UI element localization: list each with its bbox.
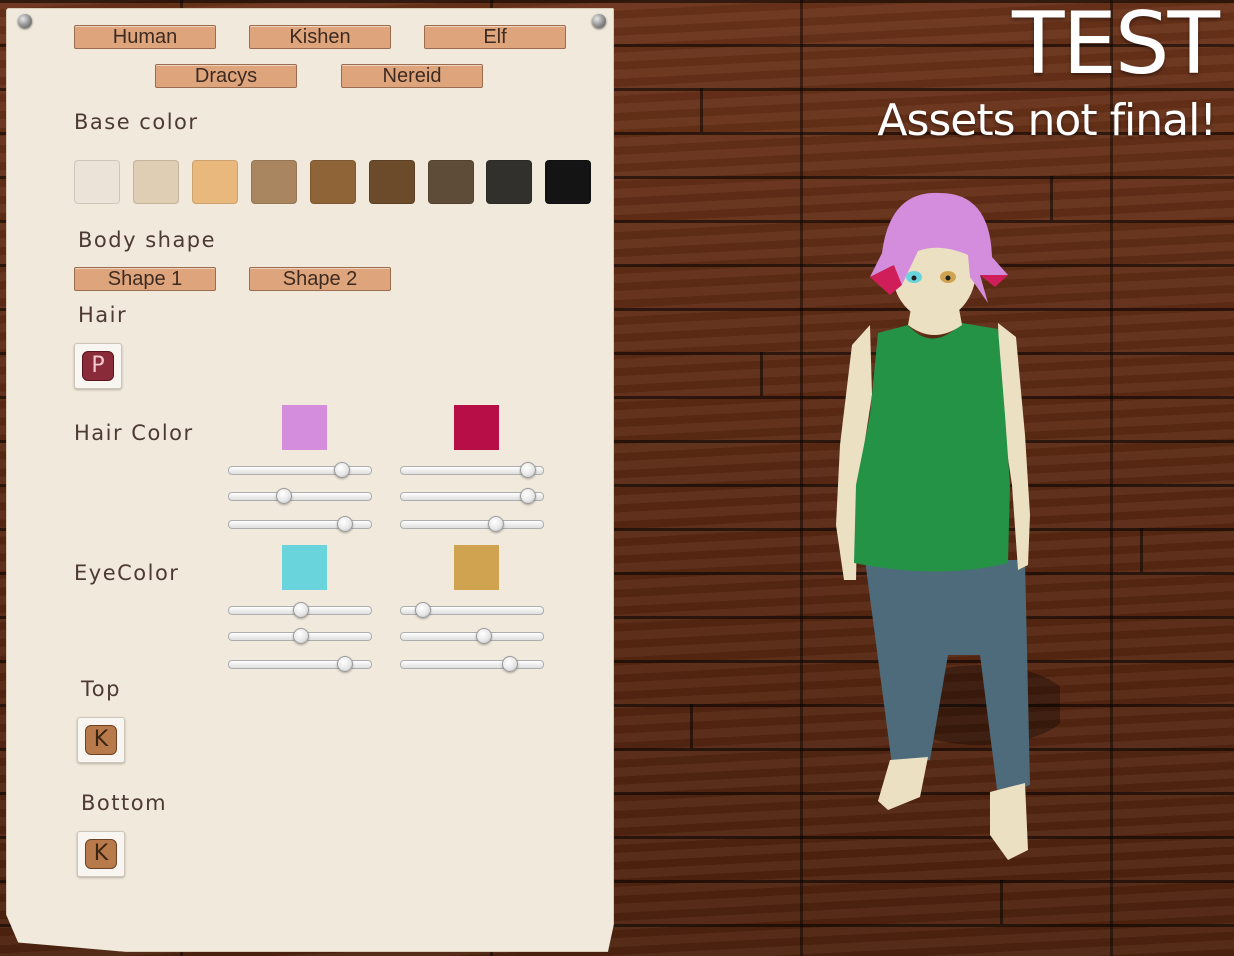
hair-secondary-slider-2[interactable] [400, 488, 544, 504]
base-color-swatch-5[interactable] [310, 160, 356, 204]
eye-primary-slider-1[interactable] [228, 602, 372, 618]
character-preview[interactable] [830, 185, 1060, 865]
hair-style-p-icon: P [82, 351, 114, 381]
hair-primary-slider-3[interactable] [228, 516, 372, 532]
race-button-dracys[interactable]: Dracys [155, 64, 297, 88]
slider-thumb[interactable] [334, 462, 351, 478]
hair-primary-slider-1[interactable] [228, 462, 372, 478]
hair-style-button[interactable]: P [74, 343, 122, 389]
test-title: TEST [1012, 0, 1220, 94]
slider-thumb[interactable] [293, 628, 309, 644]
eye-primary-slider-2[interactable] [228, 628, 372, 644]
bottom-heading: Bottom [81, 791, 168, 815]
assets-not-final-notice: Assets not final! [877, 95, 1217, 146]
base-color-swatch-2[interactable] [133, 160, 179, 204]
hair-color-heading: Hair Color [74, 421, 194, 445]
race-button-elf[interactable]: Elf [424, 25, 566, 49]
eye-color-secondary-preview [454, 545, 499, 590]
slider-thumb[interactable] [293, 602, 309, 618]
character-customization-panel: Human Kishen Elf Dracys Nereid Base colo… [6, 8, 614, 952]
character-left-pupil [911, 275, 917, 281]
slider-thumb[interactable] [275, 488, 292, 504]
bottom-style-button[interactable]: K [77, 831, 125, 877]
base-color-swatch-6[interactable] [369, 160, 415, 204]
slider-thumb[interactable] [337, 656, 354, 672]
eye-secondary-slider-2[interactable] [400, 628, 544, 644]
base-color-swatch-4[interactable] [251, 160, 297, 204]
pin-left [18, 14, 32, 28]
character-shirt [854, 323, 1010, 572]
race-button-human[interactable]: Human [74, 25, 216, 49]
base-color-swatch-8[interactable] [486, 160, 532, 204]
body-shape-1-button[interactable]: Shape 1 [74, 267, 216, 291]
character-right-foot [990, 783, 1028, 860]
body-shape-2-button[interactable]: Shape 2 [249, 267, 391, 291]
eye-secondary-slider-1[interactable] [400, 602, 544, 618]
base-color-swatch-3[interactable] [192, 160, 238, 204]
base-color-heading: Base color [74, 110, 199, 134]
eye-secondary-slider-3[interactable] [400, 656, 544, 672]
slider-thumb[interactable] [501, 656, 518, 672]
hair-heading: Hair [78, 303, 128, 327]
top-style-button[interactable]: K [77, 717, 125, 763]
pin-right [592, 14, 606, 28]
hair-color-secondary-preview [454, 405, 499, 450]
slider-thumb[interactable] [487, 516, 504, 532]
character-left-foot [878, 757, 928, 810]
hair-primary-slider-2[interactable] [228, 488, 372, 504]
eye-primary-slider-3[interactable] [228, 656, 372, 672]
hair-secondary-slider-3[interactable] [400, 516, 544, 532]
slider-thumb[interactable] [520, 462, 537, 478]
race-button-nereid[interactable]: Nereid [341, 64, 483, 88]
slider-thumb[interactable] [415, 602, 432, 618]
slider-thumb[interactable] [476, 628, 493, 644]
hair-color-primary-preview [282, 405, 327, 450]
eye-color-primary-preview [282, 545, 327, 590]
base-color-swatch-7[interactable] [428, 160, 474, 204]
race-button-kishen[interactable]: Kishen [249, 25, 391, 49]
body-shape-heading: Body shape [78, 228, 217, 252]
eye-color-heading: EyeColor [74, 561, 180, 585]
top-heading: Top [81, 677, 121, 701]
top-style-k-icon: K [85, 725, 117, 755]
character-right-pupil [945, 275, 951, 281]
hair-secondary-slider-1[interactable] [400, 462, 544, 478]
base-color-swatch-9[interactable] [545, 160, 591, 204]
bottom-style-k-icon: K [85, 839, 117, 869]
base-color-swatch-1[interactable] [74, 160, 120, 204]
slider-thumb[interactable] [337, 516, 354, 532]
slider-thumb[interactable] [520, 488, 537, 504]
